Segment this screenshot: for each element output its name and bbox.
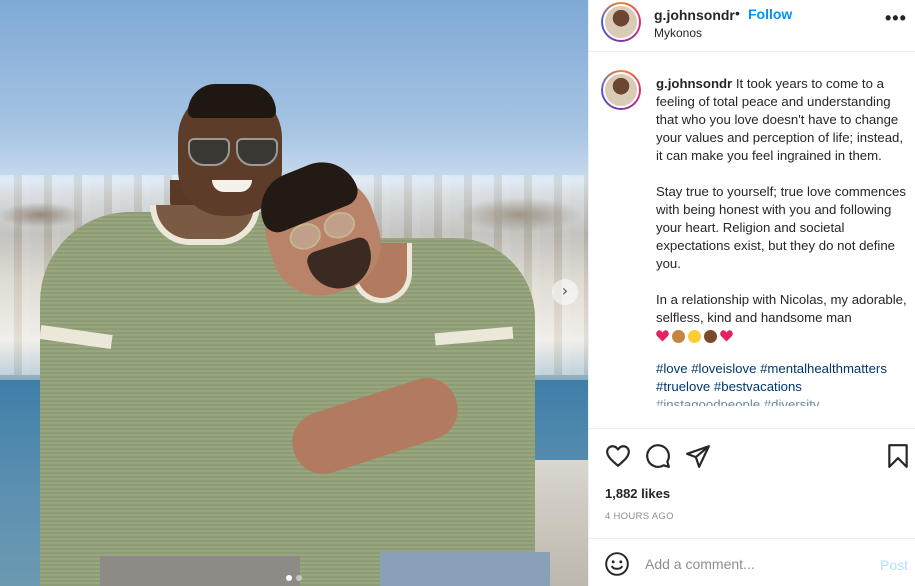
dark-skin-face-icon — [704, 329, 717, 343]
header-separator: • — [735, 5, 740, 21]
next-photo-button[interactable]: › — [552, 279, 578, 305]
person-left-hair — [188, 84, 276, 118]
header-username[interactable]: g.johnsondr — [654, 7, 735, 23]
follow-button[interactable]: Follow — [748, 6, 792, 22]
post-comment-button[interactable]: Post — [880, 557, 908, 573]
hashtags-line-2[interactable]: #truelove #bestvacations — [656, 378, 908, 396]
medium-skin-face-icon — [672, 329, 685, 343]
paper-plane-icon[interactable] — [685, 443, 711, 469]
post-timestamp[interactable]: 4 HOURS AGO — [605, 511, 674, 522]
person-left-smile — [212, 180, 252, 192]
hashtags-line-1[interactable]: #love #loveislove #mentalhealthmatters — [656, 360, 908, 378]
caption-paragraph-2: Stay true to yourself; true love commenc… — [656, 184, 906, 271]
caption-emojis — [656, 328, 736, 346]
comment-input[interactable] — [645, 553, 845, 575]
photo-dot — [296, 575, 302, 581]
yellow-heart-hands-icon — [688, 329, 701, 343]
speech-bubble-icon[interactable] — [645, 443, 671, 469]
hashtags: #love #loveislove #mentalhealthmatters #… — [656, 360, 908, 406]
likes-count[interactable]: 1,882 likes — [605, 486, 670, 501]
avatar[interactable] — [601, 2, 641, 42]
caption: g.johnsondr It took years to come to a f… — [656, 75, 908, 406]
caption-paragraph-3: In a relationship with Nicolas, my adora… — [656, 292, 907, 325]
post-side-panel: g.johnsondr • Follow Mykonos ••• g.johns… — [588, 0, 915, 586]
hashtags-line-3[interactable]: #instagoodpeople #diversity — [656, 396, 908, 406]
location-link[interactable]: Mykonos — [654, 26, 702, 40]
smiley-icon[interactable] — [604, 551, 630, 577]
post-photo[interactable]: › — [0, 0, 588, 586]
caption-area: g.johnsondr It took years to come to a f… — [589, 52, 915, 428]
red-heart-icon — [720, 330, 733, 343]
photo-pagination-dots — [0, 568, 588, 586]
person-left-sunglasses — [188, 138, 282, 168]
red-heart-icon — [656, 330, 669, 343]
more-options-icon[interactable]: ••• — [885, 8, 907, 29]
post-header: g.johnsondr • Follow Mykonos ••• — [589, 0, 915, 52]
caption-avatar[interactable] — [601, 70, 641, 110]
heart-outline-icon[interactable] — [605, 443, 631, 469]
action-bar: 1,882 likes 4 HOURS AGO — [589, 428, 915, 538]
comment-bar: Post — [589, 538, 915, 586]
caption-username[interactable]: g.johnsondr — [656, 76, 732, 91]
photo-dot-active — [286, 575, 292, 581]
bookmark-icon[interactable] — [885, 443, 911, 469]
